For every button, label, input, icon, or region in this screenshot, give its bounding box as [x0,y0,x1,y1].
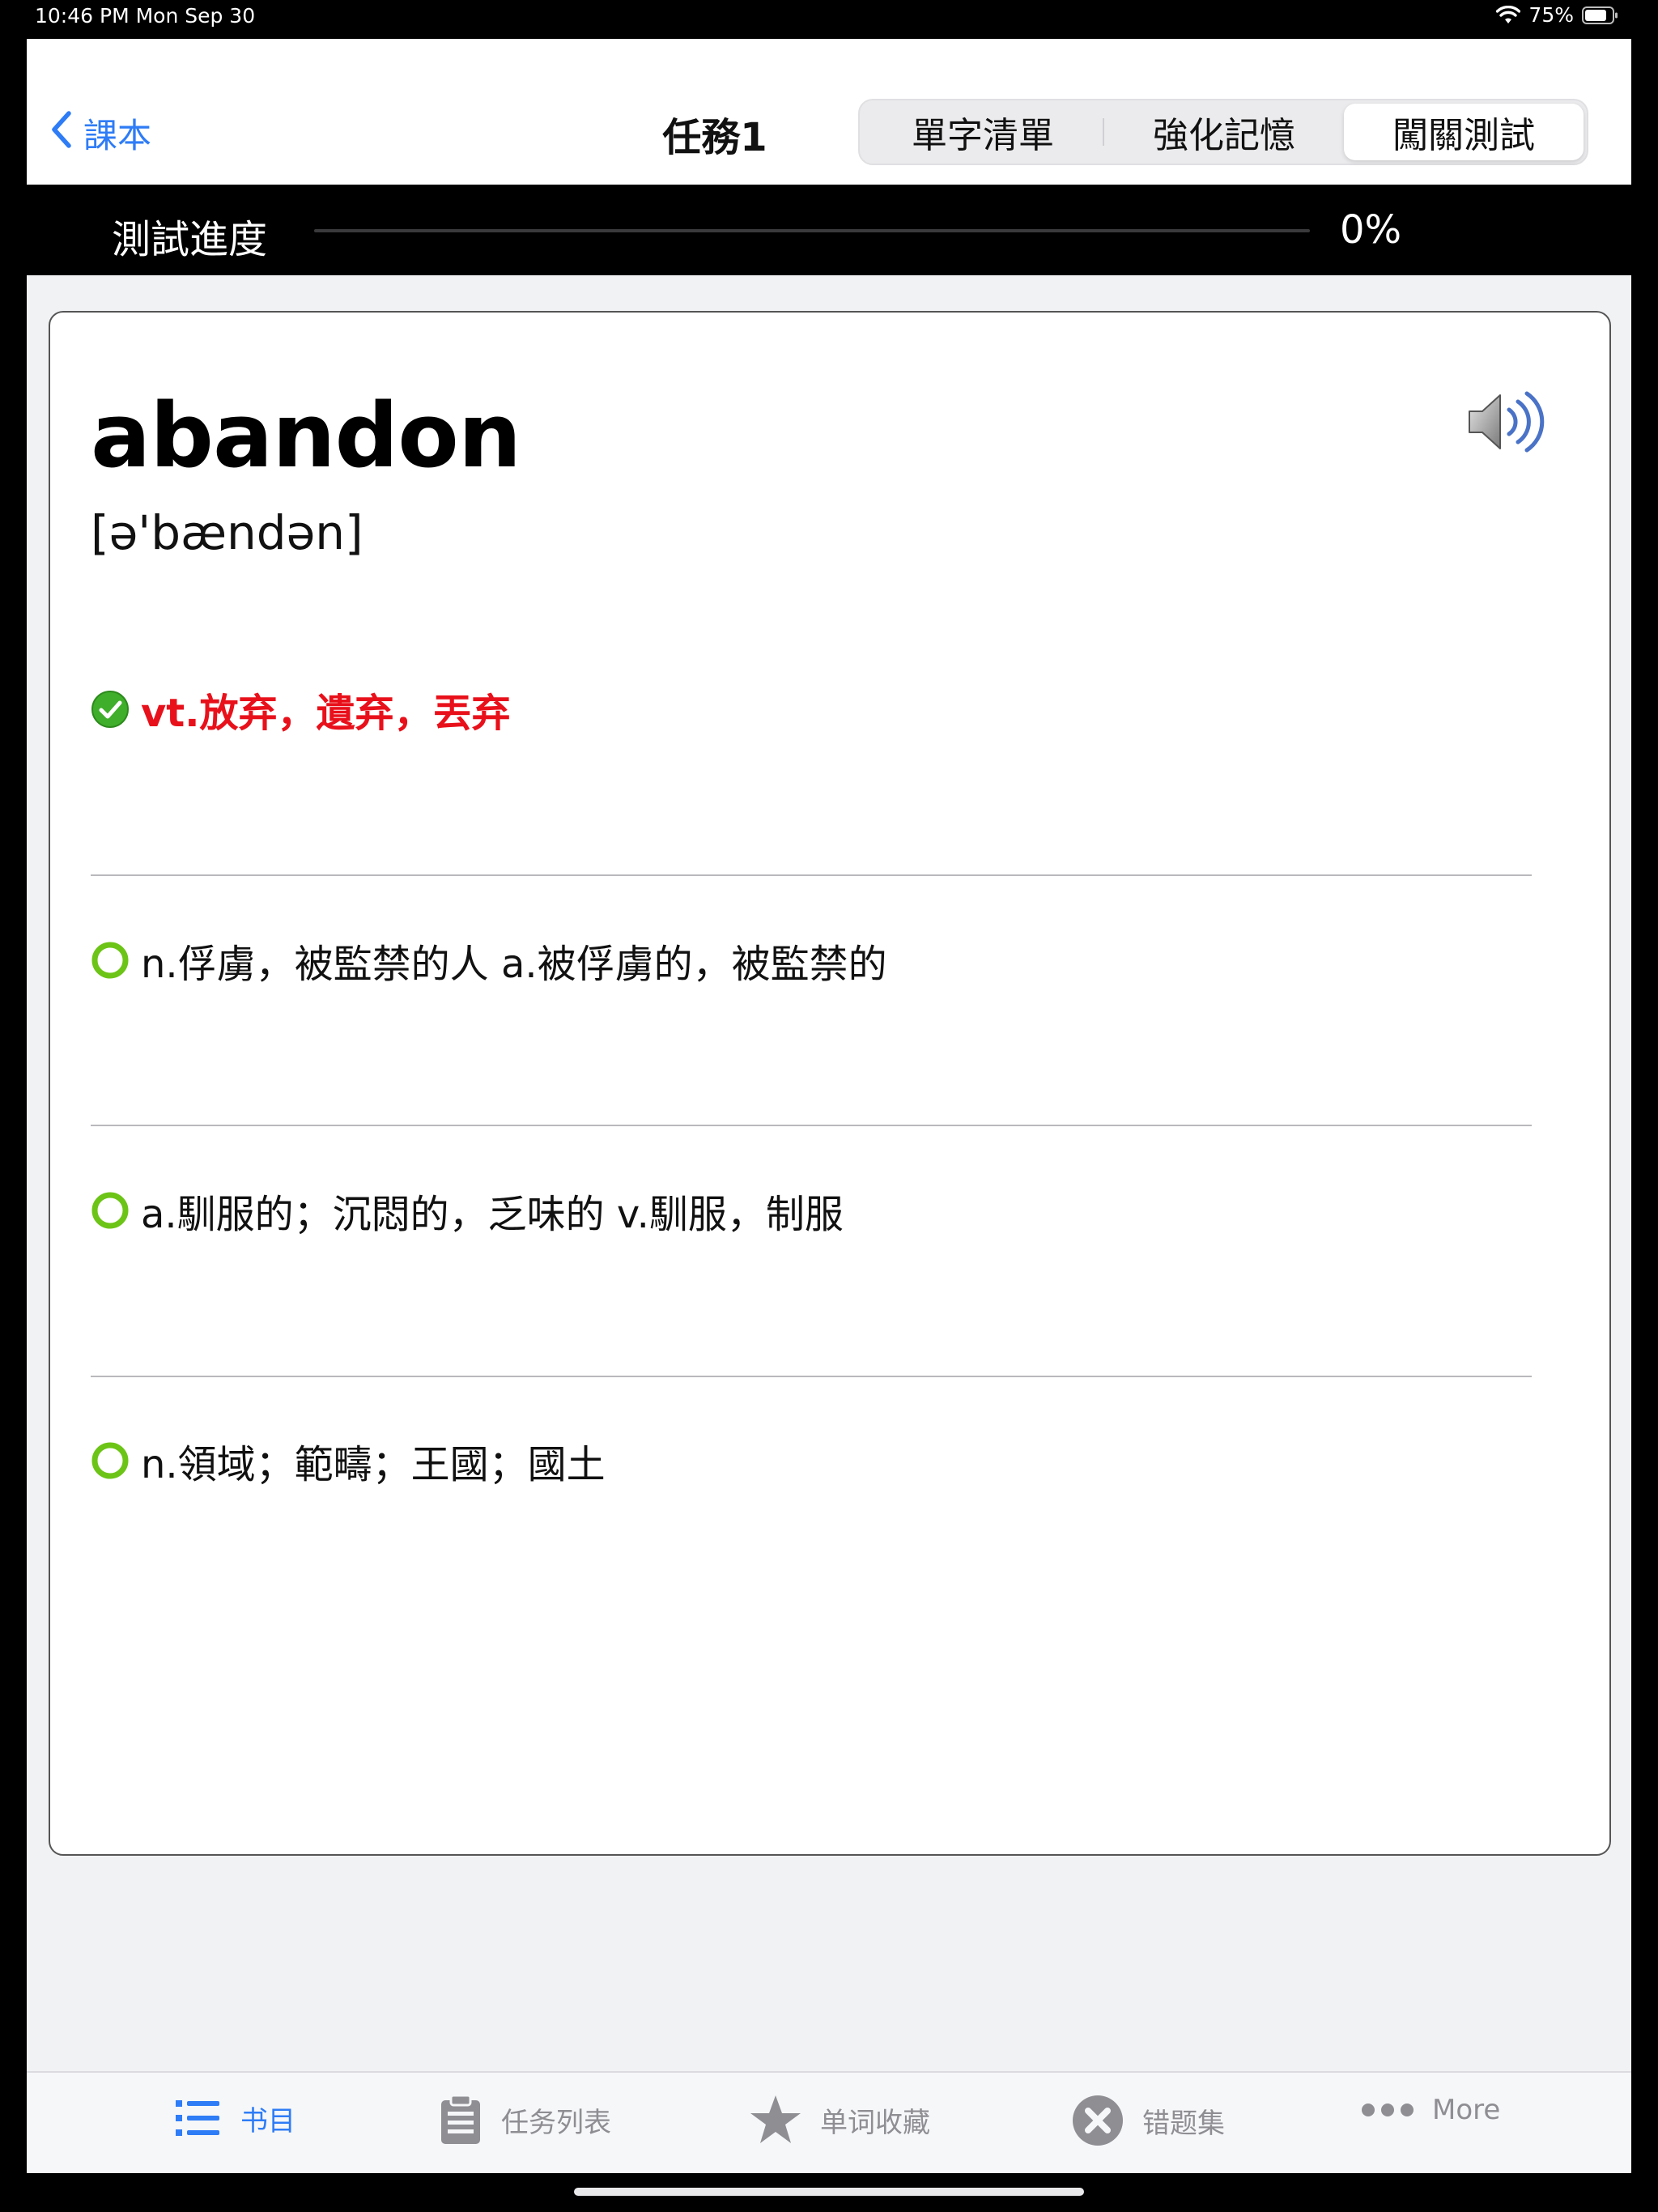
answer-option-text: n.領域；範疇；王國；國土 [141,1442,606,1487]
list-icon [176,2100,219,2136]
segment-label: 闖關測試 [1392,115,1535,156]
check-circle-icon [91,691,129,728]
star-icon [750,2095,801,2143]
play-pronunciation-button[interactable] [1465,385,1545,458]
segment-label: 強化記憶 [1153,115,1295,156]
wifi-icon [1496,5,1521,25]
option-divider [91,1125,1532,1126]
status-right: 75% [1496,3,1619,27]
radio-circle-icon [91,1192,129,1229]
segment-level-test[interactable]: 闖關測試 [1344,104,1584,160]
navigation-bar: 課本 任務1 單字清單 強化記憶 闖關測試 [27,39,1631,185]
status-bar: 10:46 PM Mon Sep 30 75% [0,0,1658,39]
home-indicator[interactable] [574,2188,1084,2196]
answer-option-2[interactable]: n.俘虜，被監禁的人 a.被俘虜的，被監禁的 [91,928,1532,993]
tab-label: 错题集 [1142,2107,1225,2140]
progress-bar [314,229,1310,232]
segment-memory-boost[interactable]: 強化記憶 [1104,104,1344,160]
more-icon [1362,2104,1414,2116]
radio-circle-icon [91,1442,129,1479]
app-window: 課本 任務1 單字清單 強化記憶 闖關測試 測試進度 0% abandon [ə… [27,39,1631,2173]
battery-percent: 75% [1528,3,1574,27]
tab-task-list[interactable]: 任务列表 [438,2094,611,2146]
back-button[interactable]: 課本 [51,108,151,158]
tab-more[interactable]: More [1361,2094,1500,2126]
page-title: 任務1 [662,115,767,160]
tab-label: More [1432,2094,1501,2126]
radio-circle-icon [91,942,129,979]
segment-label: 單字清單 [912,115,1054,156]
tab-label: 任务列表 [501,2106,611,2139]
chevron-left-icon [51,110,72,156]
option-divider [91,1376,1532,1377]
progress-label: 測試進度 [112,217,268,262]
tab-bar: 书目 任务列表 单词收藏 错题集 More [27,2071,1631,2173]
back-button-label: 課本 [83,116,152,155]
answer-option-text: n.俘虜，被監禁的人 a.被俘虜的，被監禁的 [141,942,887,987]
answer-option-text: vt.放弃，遺弃，丟弃 [141,691,511,736]
tab-word-favorites[interactable]: 单词收藏 [749,2094,930,2146]
answer-option-1[interactable]: vt.放弃，遺弃，丟弃 [91,677,1532,742]
tab-catalog[interactable]: 书目 [174,2094,295,2142]
close-circle-icon [1073,2095,1123,2146]
segment-word-list[interactable]: 單字清單 [863,104,1103,160]
clipboard-icon [441,2094,480,2144]
speaker-icon [1469,391,1545,453]
tab-label: 书目 [240,2104,295,2138]
option-divider [91,874,1532,876]
status-time: 10:46 PM Mon Sep 30 [35,4,256,28]
answer-option-text: a.馴服的；沉悶的，乏味的 v.馴服，制服 [141,1192,844,1237]
vocabulary-word: abandon [91,384,521,487]
battery-icon [1582,6,1619,25]
tab-mistakes[interactable]: 错题集 [1071,2094,1225,2147]
phonetic-transcription: [ə'bændən] [91,505,363,560]
question-card: abandon [ə'bændən] vt.放弃，遺弃，丟弃 n.俘虜，被監禁的… [49,311,1611,1856]
answer-option-4[interactable]: n.領域；範疇；王國；國土 [91,1428,1532,1493]
mode-segmented-control: 單字清單 強化記憶 闖關測試 [858,99,1588,165]
test-progress-row: 測試進度 0% [27,185,1631,275]
answer-option-3[interactable]: a.馴服的；沉悶的，乏味的 v.馴服，制服 [91,1178,1532,1243]
progress-percent: 0% [1340,207,1402,253]
tab-label: 单词收藏 [820,2106,930,2139]
